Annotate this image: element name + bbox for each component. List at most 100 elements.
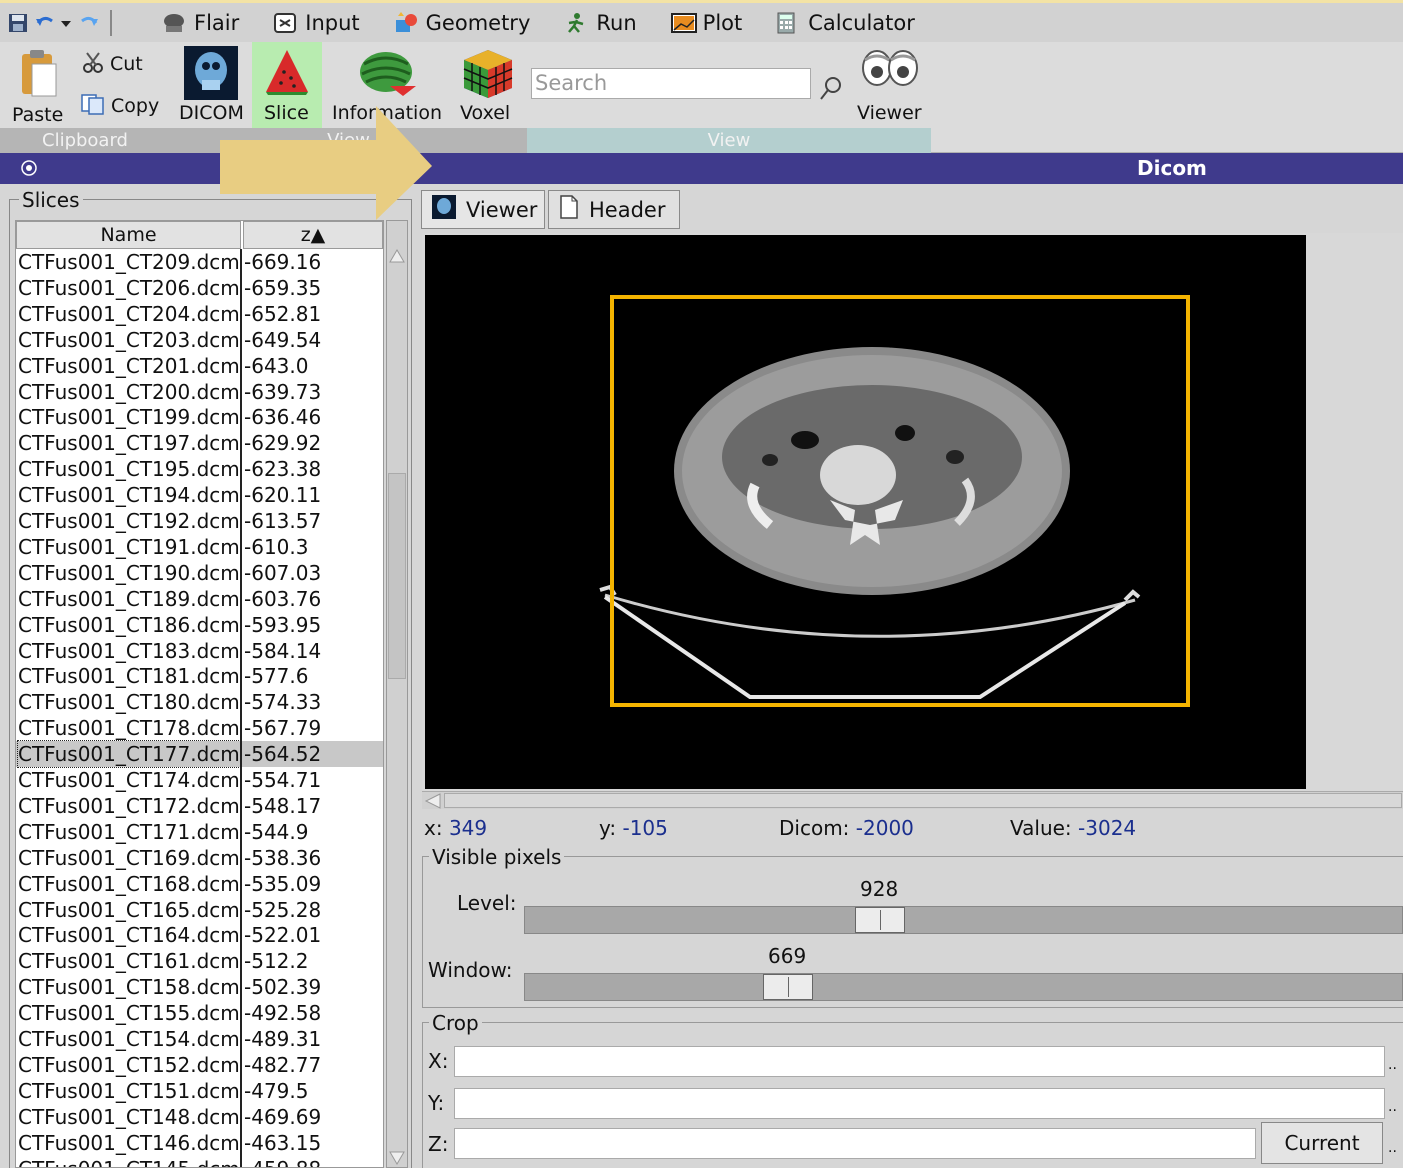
separator [110, 9, 112, 36]
value-readout-label: Value: [1010, 816, 1072, 840]
table-row[interactable]: CTFus001_CT158.dcm -502.39 [16, 974, 383, 1000]
crop-x-label: X: [428, 1049, 449, 1073]
menu-input[interactable]: Input [273, 11, 360, 35]
scroll-left-arrow-icon[interactable] [422, 792, 444, 815]
table-row[interactable]: CTFus001_CT203.dcm -649.54 [16, 327, 383, 353]
slice-z-cell: -548.17 [244, 793, 322, 818]
table-row[interactable]: CTFus001_CT181.dcm -577.6 [16, 663, 383, 689]
table-row[interactable]: CTFus001_CT195.dcm -623.38 [16, 456, 383, 482]
current-button[interactable]: Current [1261, 1122, 1383, 1164]
table-row[interactable]: CTFus001_CT191.dcm -610.3 [16, 534, 383, 560]
crop-y-input[interactable] [454, 1088, 1385, 1119]
table-row[interactable]: CTFus001_CT151.dcm -479.5 [16, 1078, 383, 1104]
ct-slice-image[interactable] [425, 235, 1306, 789]
table-row[interactable]: CTFus001_CT161.dcm -512.2 [16, 948, 383, 974]
tab-viewer[interactable]: Viewer [421, 190, 545, 229]
paste-label: Paste [12, 104, 64, 126]
table-row[interactable]: CTFus001_CT192.dcm -613.57 [16, 508, 383, 534]
scroll-up-arrow-icon[interactable] [388, 247, 406, 270]
dropdown-icon[interactable] [60, 13, 72, 33]
table-row[interactable]: CTFus001_CT164.dcm -522.01 [16, 922, 383, 948]
table-row[interactable]: CTFus001_CT174.dcm -554.71 [16, 767, 383, 793]
scissors-icon [82, 51, 104, 78]
menu-geometry[interactable]: Geometry [394, 11, 530, 35]
ct-scan-drawing [599, 295, 1190, 707]
redo-icon[interactable] [78, 13, 98, 33]
slice-name-cell: CTFus001_CT154.dcm [18, 1027, 240, 1051]
menu-calculator[interactable]: Calculator [776, 11, 915, 35]
table-row[interactable]: CTFus001_CT152.dcm -482.77 [16, 1052, 383, 1078]
rubiks-cube-icon [462, 48, 514, 105]
slices-table[interactable]: Name z▲ CTFus001_CT209.dcm -669.16 CTFus00… [15, 220, 384, 1168]
window-menu-icon[interactable] [20, 159, 38, 182]
table-row[interactable]: CTFus001_CT155.dcm -492.58 [16, 1000, 383, 1026]
table-row[interactable]: CTFus001_CT169.dcm -538.36 [16, 845, 383, 871]
slice-name-cell: CTFus001_CT192.dcm [18, 509, 240, 533]
table-row[interactable]: CTFus001_CT180.dcm -574.33 [16, 689, 383, 715]
table-row[interactable]: CTFus001_CT189.dcm -603.76 [16, 586, 383, 612]
table-row[interactable]: CTFus001_CT171.dcm -544.9 [16, 819, 383, 845]
table-row[interactable]: CTFus001_CT177.dcm -564.52 [16, 740, 383, 769]
slice-z-cell: -544.9 [244, 819, 309, 844]
level-label: Level: [457, 891, 517, 915]
slice-z-cell: -610.3 [244, 534, 309, 559]
viewer-button[interactable]: Viewer [850, 48, 930, 126]
menu-flair[interactable]: Flair [162, 11, 239, 35]
table-row[interactable]: CTFus001_CT200.dcm -639.73 [16, 379, 383, 405]
level-slider[interactable] [524, 906, 1403, 934]
table-row[interactable]: CTFus001_CT209.dcm -669.16 [16, 249, 383, 275]
crop-y-more[interactable]: .. [1388, 1099, 1397, 1115]
column-header-z[interactable]: z▲ [243, 221, 383, 249]
window-slider-thumb[interactable] [763, 974, 813, 1000]
table-row[interactable]: CTFus001_CT190.dcm -607.03 [16, 560, 383, 586]
quick-access-toolbar [0, 9, 150, 36]
table-row[interactable]: CTFus001_CT145.dcm -459.88 [16, 1156, 383, 1168]
table-row[interactable]: CTFus001_CT154.dcm -489.31 [16, 1026, 383, 1052]
window-slider[interactable] [524, 973, 1403, 1001]
table-row[interactable]: CTFus001_CT197.dcm -629.92 [16, 430, 383, 456]
table-row[interactable]: CTFus001_CT204.dcm -652.81 [16, 301, 383, 327]
search-icon[interactable] [818, 74, 844, 107]
paste-button[interactable]: Paste [8, 46, 70, 126]
table-row[interactable]: CTFus001_CT199.dcm -636.46 [16, 404, 383, 430]
h-scroll-thumb[interactable] [444, 793, 1402, 808]
table-row[interactable]: CTFus001_CT194.dcm -620.11 [16, 482, 383, 508]
table-row[interactable]: CTFus001_CT148.dcm -469.69 [16, 1104, 383, 1130]
cut-label: Cut [110, 53, 143, 75]
crop-x-input[interactable] [454, 1046, 1385, 1077]
scroll-down-arrow-icon[interactable] [388, 1149, 406, 1168]
menu-plot-label: Plot [702, 10, 743, 35]
table-row[interactable]: CTFus001_CT201.dcm -643.0 [16, 353, 383, 379]
table-row[interactable]: CTFus001_CT178.dcm -567.79 [16, 715, 383, 741]
voxel-button[interactable]: Voxel [456, 44, 522, 126]
undo-icon[interactable] [34, 13, 54, 33]
table-row[interactable]: CTFus001_CT165.dcm -525.28 [16, 897, 383, 923]
level-slider-thumb[interactable] [855, 907, 905, 933]
table-row[interactable]: CTFus001_CT172.dcm -548.17 [16, 793, 383, 819]
menu-run[interactable]: Run [564, 11, 637, 35]
slices-scrollbar[interactable] [386, 220, 408, 1168]
copy-button[interactable]: Copy [80, 92, 164, 120]
table-row[interactable]: CTFus001_CT168.dcm -535.09 [16, 871, 383, 897]
table-row[interactable]: CTFus001_CT183.dcm -584.14 [16, 638, 383, 664]
column-header-name[interactable]: Name [16, 221, 241, 249]
crop-x-more[interactable]: .. [1388, 1057, 1397, 1073]
scroll-thumb[interactable] [388, 473, 406, 679]
save-icon[interactable] [8, 13, 28, 33]
table-row[interactable]: CTFus001_CT146.dcm -463.15 [16, 1130, 383, 1156]
tab-header[interactable]: Header [548, 190, 680, 229]
slice-name-cell: CTFus001_CT146.dcm [18, 1130, 240, 1155]
cut-button[interactable]: Cut [82, 50, 162, 78]
slice-name-cell: CTFus001_CT180.dcm [18, 690, 240, 715]
menu-plot[interactable]: Plot [670, 10, 743, 35]
slice-z-cell: -643.0 [244, 353, 309, 378]
table-row[interactable]: CTFus001_CT206.dcm -659.35 [16, 275, 383, 301]
crop-z-input[interactable] [454, 1128, 1256, 1159]
slice-name-cell: CTFus001_CT164.dcm [18, 923, 240, 948]
paste-icon [20, 48, 58, 103]
table-row[interactable]: CTFus001_CT186.dcm -593.95 [16, 612, 383, 638]
search-input[interactable]: Search [531, 68, 811, 99]
crop-z-more[interactable]: .. [1388, 1140, 1397, 1156]
viewer-horizontal-scrollbar[interactable] [422, 791, 1403, 809]
slice-name-cell: CTFus001_CT186.dcm [18, 612, 240, 637]
